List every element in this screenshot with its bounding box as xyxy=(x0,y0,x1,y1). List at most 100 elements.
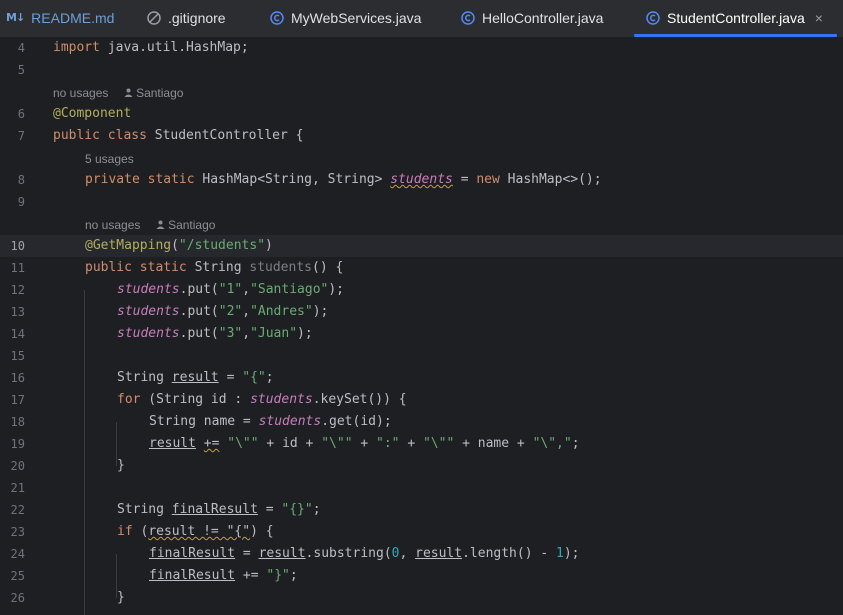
code-text: @Component xyxy=(53,103,131,125)
variable-finalresult: finalResult xyxy=(149,546,236,561)
tab-readme[interactable]: M↓ README.md xyxy=(6,0,114,35)
code-token: } xyxy=(117,458,125,473)
close-icon[interactable]: × xyxy=(815,10,823,26)
condition-expression: result != "{" xyxy=(148,524,251,539)
string-literal: "}" xyxy=(266,568,290,583)
field-students: students xyxy=(117,326,180,341)
code-text: public class StudentController { xyxy=(53,125,303,147)
tab-hellocontroller[interactable]: HelloController.java xyxy=(461,0,603,35)
string-literal: "\"," xyxy=(532,436,572,451)
java-class-icon xyxy=(270,10,284,25)
code-line: 7 public class StudentController { xyxy=(0,125,843,147)
string-literal: "\"" xyxy=(422,436,455,451)
line-number: 10 xyxy=(10,239,25,253)
code-token: = xyxy=(218,370,243,385)
code-line: 6 @Component xyxy=(0,103,843,125)
line-number: 14 xyxy=(10,327,25,341)
usages-hint[interactable]: no usages Santiago xyxy=(85,214,215,236)
code-text: } xyxy=(117,587,125,609)
code-token: .length() - xyxy=(462,546,557,561)
line-number: 12 xyxy=(10,283,25,297)
code-token: + xyxy=(399,436,423,451)
usages-hint[interactable]: no usages Santiago xyxy=(53,82,183,104)
code-token: ; xyxy=(571,436,580,451)
code-line: 25 finalResult += "}"; xyxy=(0,565,843,587)
code-token: String xyxy=(117,502,172,517)
string-literal: ":" xyxy=(376,436,400,451)
string-literal: "\"" xyxy=(227,436,259,451)
line-number: 20 xyxy=(10,459,25,473)
code-token: } xyxy=(117,590,125,605)
code-token: HashMap<>(); xyxy=(499,172,602,187)
variable-finalresult: finalResult xyxy=(149,568,236,583)
code-line: 19 result += "\"" + id + "\"" + ":" + "\… xyxy=(0,433,843,455)
code-token: += xyxy=(235,568,267,583)
code-line: 20 } xyxy=(0,455,843,477)
code-token: .substring( xyxy=(305,546,392,561)
person-icon xyxy=(156,218,168,232)
string-literal: "3" xyxy=(218,326,243,341)
code-token: () { xyxy=(312,260,344,275)
code-token: , xyxy=(242,304,251,319)
code-text: String result = "{"; xyxy=(117,367,274,389)
code-line: 14 students.put("3","Juan"); xyxy=(0,323,843,345)
code-token: = xyxy=(235,546,259,561)
tab-gitignore[interactable]: .gitignore xyxy=(147,0,226,35)
code-token: = xyxy=(452,172,477,187)
code-line: 21 xyxy=(0,477,843,499)
line-number: 4 xyxy=(17,41,25,55)
code-text: finalResult = result.substring(0, result… xyxy=(149,543,580,565)
tab-studentcontroller[interactable]: StudentController.java × xyxy=(646,0,823,35)
class-name: StudentController xyxy=(146,128,288,143)
code-token: , xyxy=(399,546,416,561)
field-students: students xyxy=(117,282,180,297)
tab-mywebservices[interactable]: MyWebServices.java xyxy=(270,0,421,35)
code-token: .put( xyxy=(179,282,219,297)
field-students: students xyxy=(117,304,180,319)
method-name: students xyxy=(249,260,312,275)
string-literal: "1" xyxy=(218,282,243,297)
string-literal: "{" xyxy=(242,370,266,385)
string-literal: "{}" xyxy=(281,502,313,517)
line-number: 22 xyxy=(10,503,25,517)
current-line: 10 @GetMapping("/students") xyxy=(0,235,843,257)
code-editor[interactable]: 4 import java.util.HashMap; 5 no usages … xyxy=(0,37,843,615)
code-text: String finalResult = "{}"; xyxy=(117,499,321,521)
operator: += xyxy=(203,436,220,451)
line-number: 11 xyxy=(10,261,25,275)
editor-scrollbar[interactable] xyxy=(835,37,843,615)
code-text: students.put("1","Santiago"); xyxy=(117,279,344,301)
usages-count: no usages xyxy=(53,86,109,100)
code-token: .keySet()) { xyxy=(312,392,407,407)
code-line: 22 String finalResult = "{}"; xyxy=(0,499,843,521)
code-token: ) xyxy=(265,238,273,253)
code-text: } xyxy=(117,455,125,477)
code-line: 24 finalResult = result.substring(0, res… xyxy=(0,543,843,565)
string-literal: "Andres" xyxy=(250,304,313,319)
code-token: = xyxy=(257,502,282,517)
code-token: ( xyxy=(171,238,179,253)
tab-label: StudentController.java xyxy=(667,9,805,26)
code-token: (String id : xyxy=(140,392,251,407)
line-number: 25 xyxy=(10,569,25,583)
string-literal: "Juan" xyxy=(250,326,298,341)
ignore-icon xyxy=(147,10,161,25)
variable-result: result xyxy=(258,546,306,561)
code-line: 23 if (result != "{") { xyxy=(0,521,843,543)
line-number: 19 xyxy=(10,437,25,451)
java-class-icon xyxy=(461,10,475,25)
code-line: 15 xyxy=(0,345,843,367)
code-token: java.util.HashMap; xyxy=(99,40,249,55)
line-number: 18 xyxy=(10,415,25,429)
line-number: 6 xyxy=(17,107,25,121)
variable-result: result xyxy=(171,370,219,385)
code-token: ( xyxy=(132,524,149,539)
keyword: if xyxy=(117,524,133,539)
variable-result: result xyxy=(415,546,463,561)
usages-hint[interactable]: 5 usages xyxy=(85,148,134,170)
code-token: HashMap<String, String> xyxy=(194,172,391,187)
line-number: 23 xyxy=(10,525,25,539)
field-students: students xyxy=(390,172,453,187)
line-number: 16 xyxy=(10,371,25,385)
code-text: result += "\"" + id + "\"" + ":" + "\"" … xyxy=(149,433,580,455)
